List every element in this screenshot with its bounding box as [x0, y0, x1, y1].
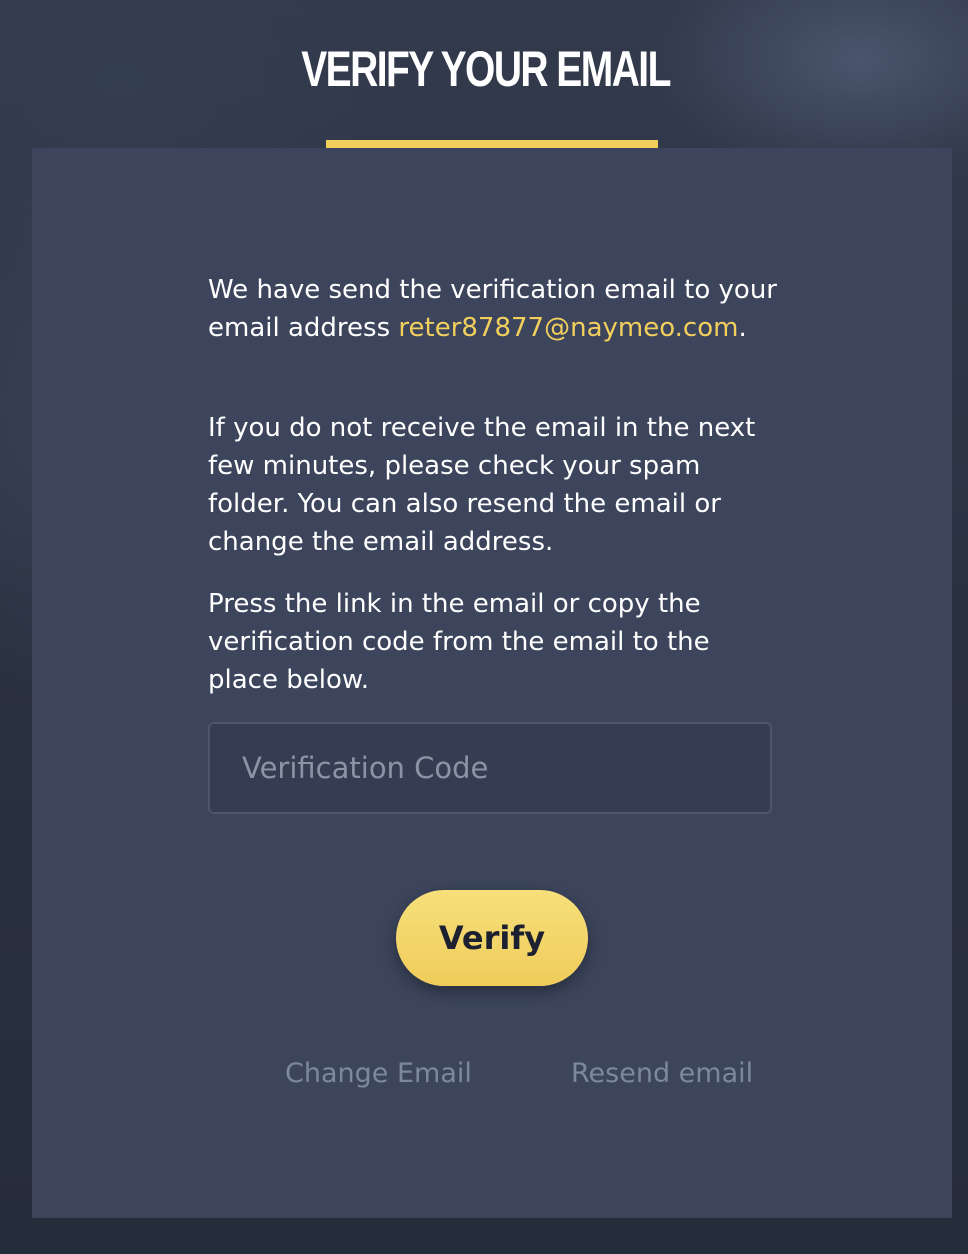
change-email-link[interactable]: Change Email [285, 1058, 472, 1089]
resend-email-link[interactable]: Resend email [571, 1058, 753, 1089]
page-title: VERIFY YOUR EMAIL [301, 41, 671, 97]
code-instructions: Press the link in the email or copy the … [208, 589, 710, 695]
verification-code-input[interactable] [208, 722, 772, 814]
title-underline [326, 140, 658, 148]
spam-instructions: If you do not receive the email in the n… [208, 413, 756, 557]
sent-message: We have send the verification email to y… [208, 271, 778, 347]
email-address: reter87877@naymeo.com [398, 313, 739, 343]
verify-button[interactable]: Verify [396, 890, 588, 986]
sent-message-period: . [738, 313, 747, 343]
